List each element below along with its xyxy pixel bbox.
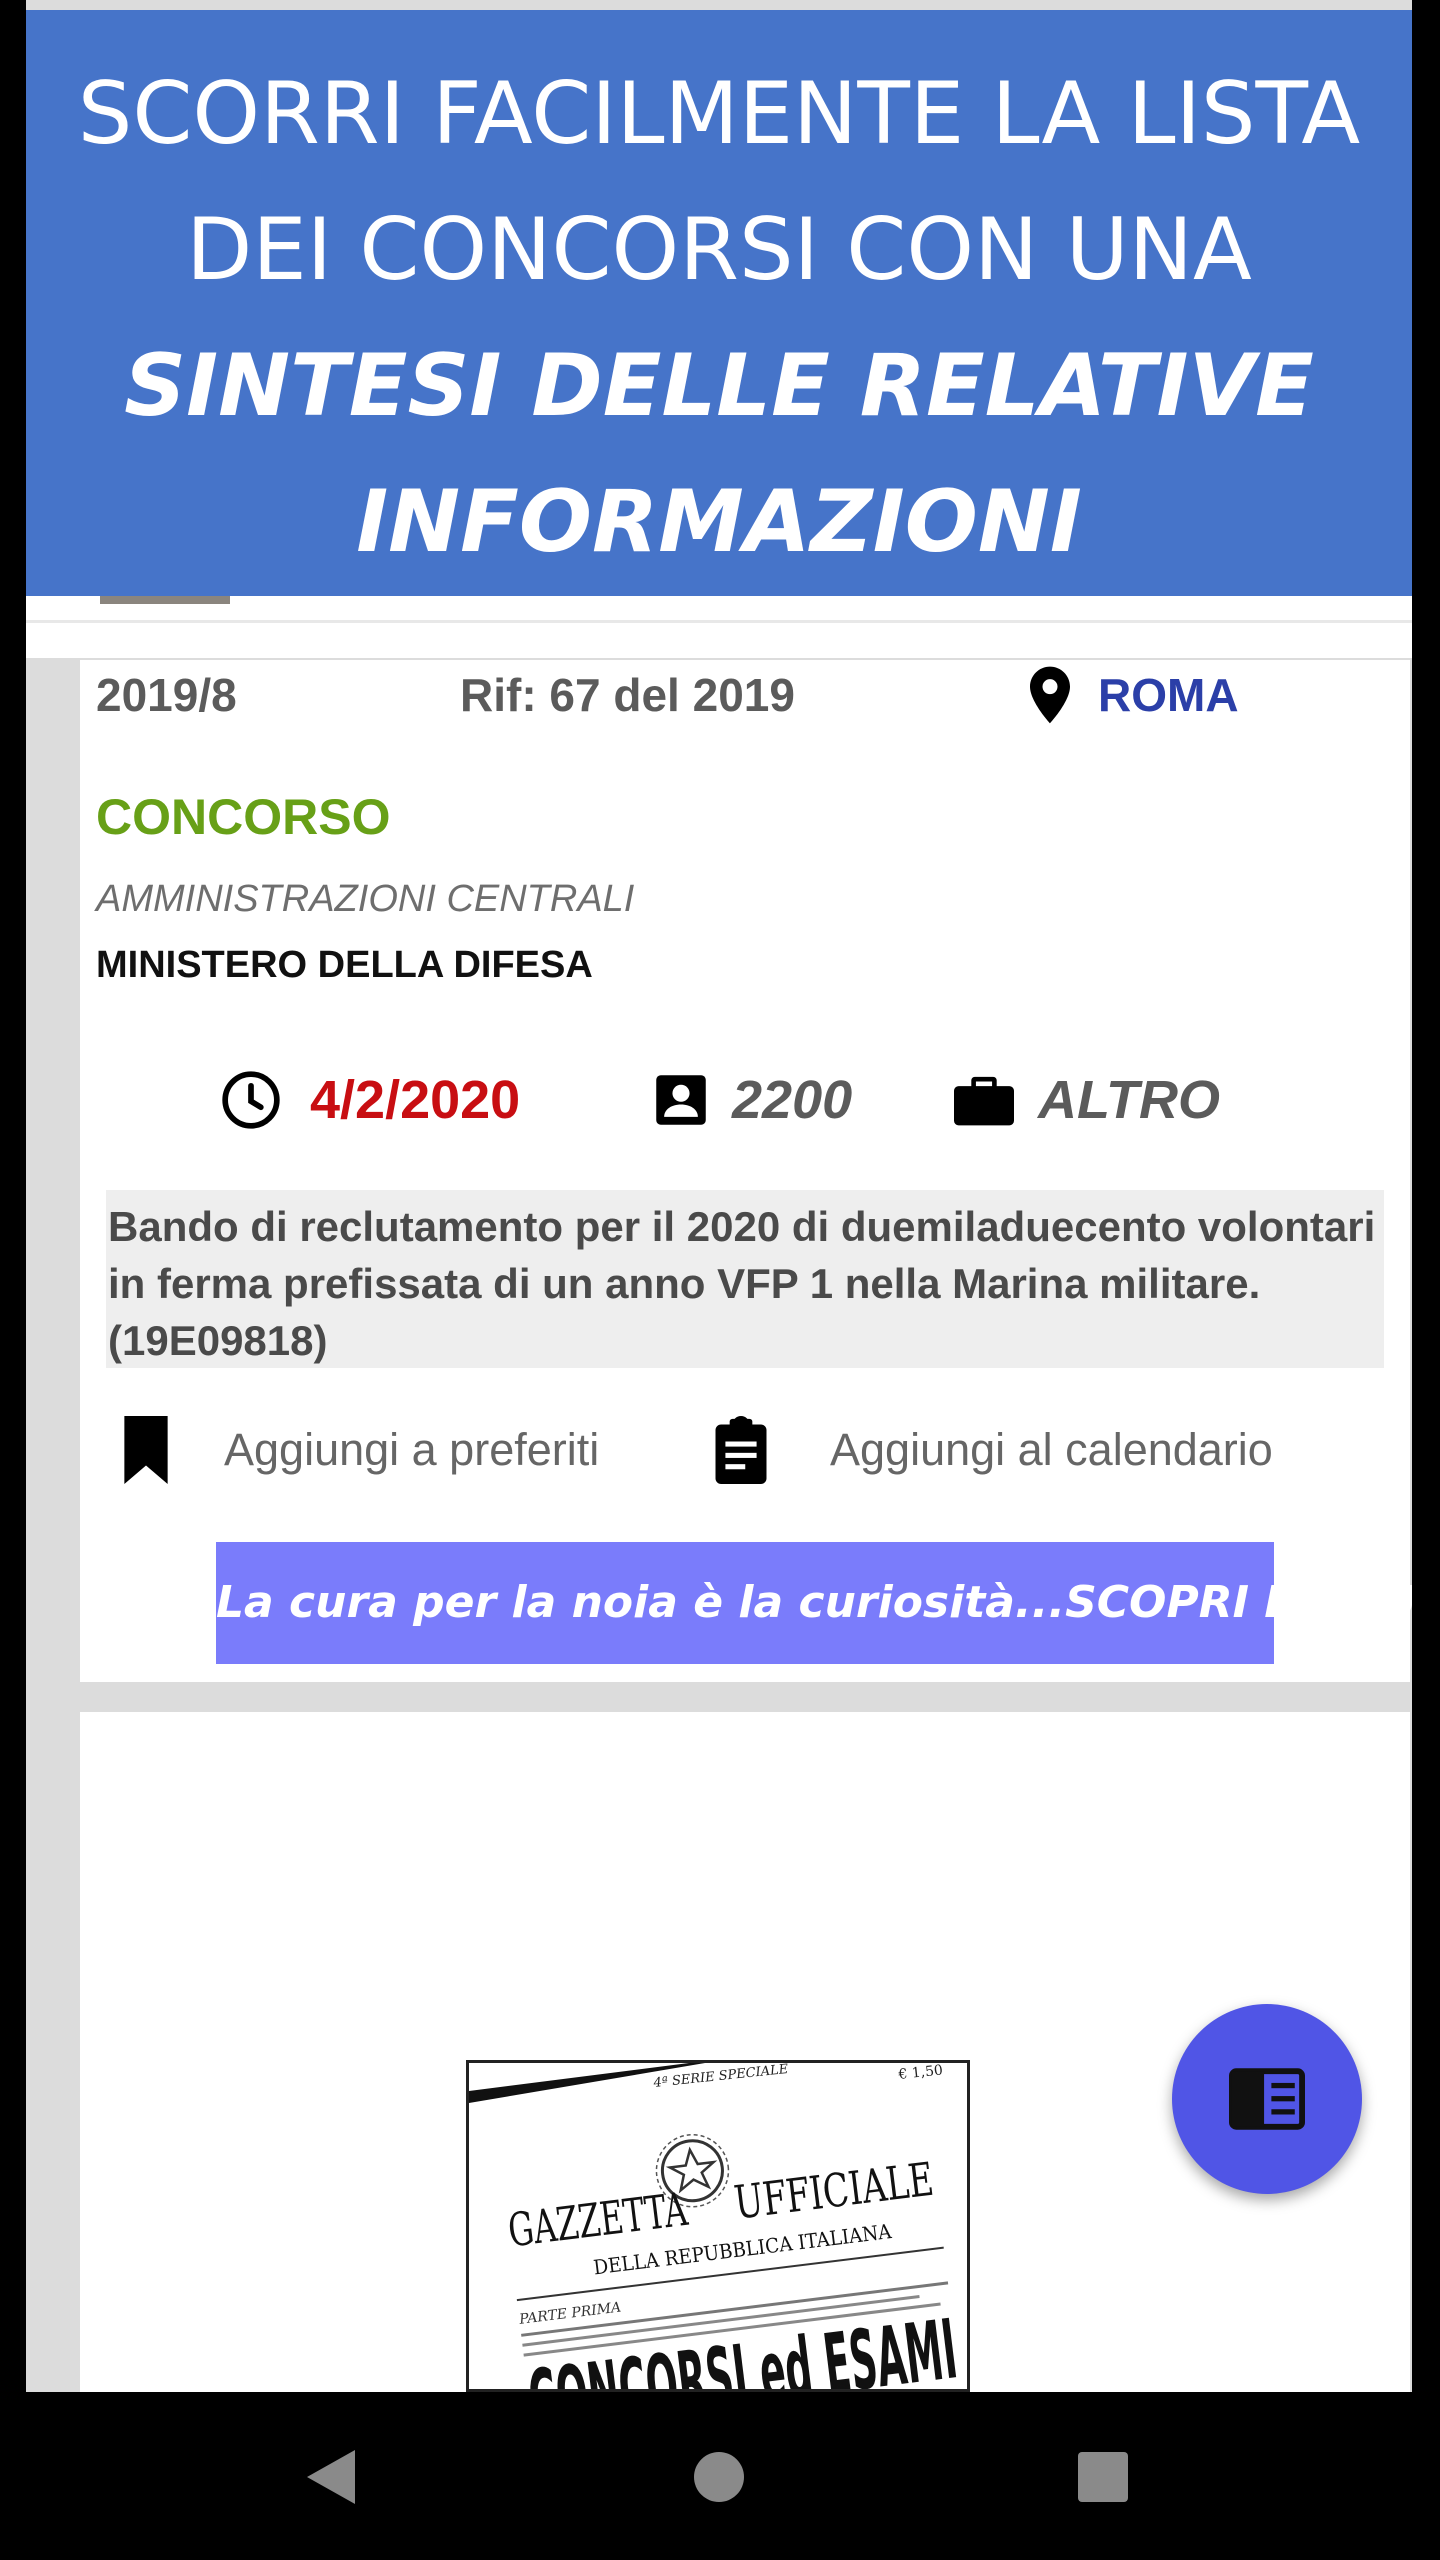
promo-banner: SCORRI FACILMENTE LA LISTA DEI CONCORSI … (26, 10, 1412, 596)
concorso-category: AMMINISTRAZIONI CENTRALI (96, 878, 635, 920)
concorso-description: Bando di reclutamento per il 2020 di due… (106, 1190, 1384, 1368)
account-box-icon (656, 1075, 706, 1125)
concorso-entity: MINISTERO DELLA DIFESA (96, 944, 593, 986)
back-triangle-icon (307, 2450, 355, 2504)
reader-mode-fab[interactable] (1172, 2004, 1362, 2194)
previous-card-edge (26, 596, 1412, 658)
recents-square-icon (1078, 2452, 1128, 2502)
positions-stat: 2200 (654, 1060, 852, 1140)
clock-icon (222, 1071, 280, 1129)
discover-more-button[interactable]: La cura per la noia è la curiosità...SCO… (216, 1542, 1412, 1664)
banner-line-4: INFORMAZIONI (356, 472, 1082, 572)
add-favorites-label: Aggiungi a preferiti (224, 1424, 600, 1475)
concorso-type: CONCORSO (96, 789, 391, 845)
home-circle-icon (694, 2452, 744, 2502)
banner-line-1: SCORRI FACILMENTE LA LISTA (77, 64, 1361, 164)
bookmark-icon (124, 1416, 168, 1484)
system-navigation-bar (0, 2392, 1440, 2560)
job-type-value: ALTRO (1038, 1070, 1220, 1130)
job-type-stat: ALTRO (954, 1060, 1220, 1140)
briefcase-icon (954, 1076, 1014, 1126)
nav-recents-button[interactable] (1068, 2442, 1138, 2512)
divider (26, 620, 1412, 623)
previous-card-thumbnail-edge (100, 596, 230, 604)
concorso-number: 2019/8 (96, 669, 237, 721)
add-calendar-button[interactable]: Aggiungi al calendario (714, 1410, 1273, 1490)
nav-home-button[interactable] (684, 2442, 754, 2512)
map-pin-icon (1030, 666, 1070, 724)
concorso-reference: Rif: 67 del 2019 (460, 669, 795, 721)
deadline-stat: 4/2/2020 (220, 1060, 520, 1140)
reader-mode-icon (1229, 2068, 1305, 2130)
add-calendar-label: Aggiungi al calendario (830, 1424, 1273, 1475)
deadline-value: 4/2/2020 (310, 1070, 521, 1130)
gazzetta-ufficiale-image: 4ª SERIE SPECIALE € 1,50 GAZZETTA UFFICI… (466, 2060, 970, 2392)
banner-line-3: SINTESI DELLE RELATIVE (124, 336, 1314, 436)
nav-back-button[interactable] (296, 2442, 366, 2512)
add-favorites-button[interactable]: Aggiungi a preferiti (124, 1410, 599, 1490)
banner-line-2: DEI CONCORSI CON UNA (186, 200, 1252, 300)
concorso-card[interactable]: 2019/8 Rif: 67 del 2019 ROMA CONCORSO AM… (80, 660, 1412, 1682)
location-label: ROMA (1098, 669, 1239, 721)
positions-value: 2200 (732, 1070, 853, 1130)
clipboard-icon (715, 1416, 767, 1484)
concorso-location: ROMA (1030, 660, 1239, 730)
